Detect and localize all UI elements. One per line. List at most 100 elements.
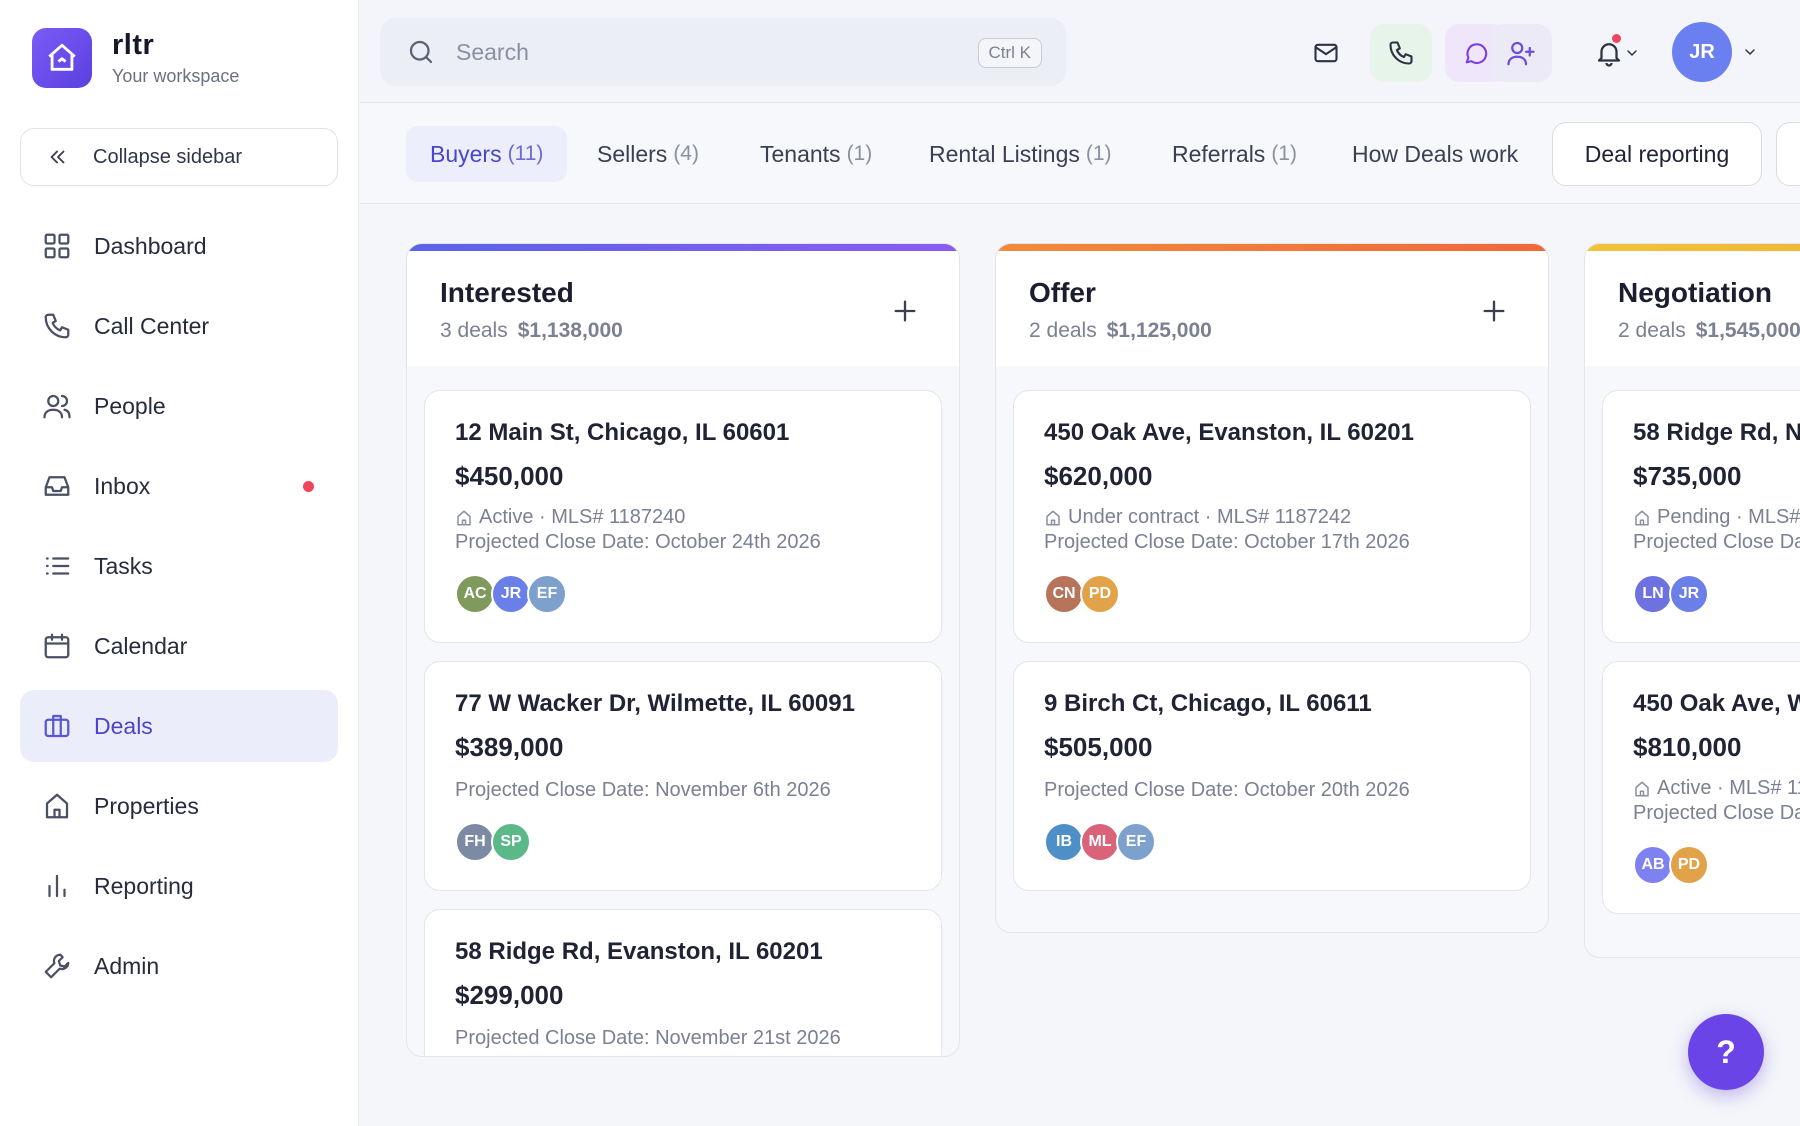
tab-how-deals-work[interactable]: How Deals work	[1352, 126, 1518, 182]
deal-price: $505,000	[1044, 732, 1153, 762]
house-icon	[1635, 781, 1649, 796]
deal-price: $620,000	[1044, 461, 1153, 491]
avatar[interactable]: CN	[1044, 574, 1084, 614]
mail-button[interactable]	[1295, 24, 1357, 82]
deal-card[interactable]: 9 Birch Ct, Chicago, IL 60611 $505,000 P…	[1013, 661, 1531, 891]
calendar-icon	[44, 633, 70, 659]
sidebar-item-call-center[interactable]: Call Center	[20, 290, 338, 362]
avatar[interactable]: JR	[1669, 574, 1709, 614]
agent-avatars: IB ML EF	[1044, 822, 1500, 862]
sidebar-nav: Dashboard Call Center People Inbox Tasks…	[20, 210, 338, 1010]
notifications-button[interactable]	[1582, 24, 1652, 82]
brand[interactable]: rltr Your workspace	[32, 28, 239, 88]
notification-dot	[1612, 34, 1621, 43]
avatar[interactable]: PD	[1669, 845, 1709, 885]
add-deal-icon[interactable]	[891, 297, 919, 325]
tab-tenants[interactable]: Tenants (1)	[760, 126, 872, 182]
avatar[interactable]: EF	[1116, 822, 1156, 862]
avatar[interactable]: PD	[1080, 574, 1120, 614]
avatar[interactable]: ML	[1080, 822, 1120, 862]
house-icon	[45, 793, 69, 819]
add-person-button[interactable]	[1490, 24, 1552, 82]
agent-avatars: LN JR	[1633, 574, 1800, 614]
column-header: Interested 3 deals $1,138,000	[407, 251, 959, 366]
user-plus-icon	[1507, 41, 1535, 66]
tab-referrals[interactable]: Referrals (1)	[1172, 126, 1297, 182]
search-box[interactable]: Ctrl K	[380, 18, 1066, 86]
chevron-down-icon[interactable]	[1742, 44, 1758, 60]
listing-status: Active · MLS# 1187245	[1657, 777, 1800, 799]
sidebar-item-inbox[interactable]: Inbox	[20, 450, 338, 522]
card-list: 450 Oak Ave, Evanston, IL 60201 $620,000…	[996, 366, 1548, 891]
search-icon	[409, 40, 433, 64]
avatar[interactable]: AB	[1633, 845, 1673, 885]
avatar[interactable]: IB	[1044, 822, 1084, 862]
briefcase-icon	[44, 714, 70, 738]
column-interested: Interested 3 deals $1,138,000 12 Main St,…	[406, 243, 960, 1057]
sidebar-item-tasks[interactable]: Tasks	[20, 530, 338, 602]
sidebar-item-calendar[interactable]: Calendar	[20, 610, 338, 682]
workspace-label: Your workspace	[112, 66, 240, 86]
listing-status: Pending · MLS# 1187243	[1657, 506, 1800, 528]
inbox-icon	[44, 476, 70, 496]
projected-close-date: Projected Close Date: November 21st 2026	[455, 1027, 841, 1049]
deal-card[interactable]: 58 Ridge Rd, Evanston, IL 60201 $299,000…	[424, 909, 942, 1056]
sidebar-item-admin[interactable]: Admin	[20, 930, 338, 1002]
deal-reporting-button[interactable]: Deal reporting	[1552, 122, 1762, 186]
tab-sellers[interactable]: Sellers (4)	[597, 126, 699, 182]
projected-close-date: Projected Close Date: November 6th 2026	[455, 779, 831, 801]
deal-price: $450,000	[455, 461, 564, 491]
tab-buyers[interactable]: Buyers (11)	[406, 126, 568, 182]
deal-card[interactable]: 77 W Wacker Dr, Wilmette, IL 60091 $389,…	[424, 661, 942, 891]
sidebar-item-label: Properties	[94, 792, 199, 819]
sidebar-item-dashboard[interactable]: Dashboard	[20, 210, 338, 282]
avatar[interactable]: FH	[455, 822, 495, 862]
agent-avatars: CN PD	[1044, 574, 1500, 614]
projected-close-date: Projected Close Date: October 20th 2026	[1044, 779, 1410, 801]
people-icon	[43, 394, 71, 419]
deal-address: 9 Birch Ct, Chicago, IL 60611	[1044, 690, 1372, 717]
sidebar-item-label: Inbox	[94, 472, 151, 499]
more-actions-button[interactable]	[1776, 122, 1800, 186]
avatar[interactable]: LN	[1633, 574, 1673, 614]
user-avatar[interactable]: JR	[1672, 22, 1732, 82]
deal-card[interactable]: 450 Oak Ave, Evanston, IL 60201 $620,000…	[1013, 390, 1531, 643]
column-title: Negotiation	[1618, 277, 1772, 308]
sidebar: rltr Your workspace Collapse sidebar Das…	[0, 0, 359, 1126]
tab-label: Rental Listings	[929, 140, 1080, 167]
collapse-sidebar-label: Collapse sidebar	[93, 145, 242, 168]
sidebar-item-people[interactable]: People	[20, 370, 338, 442]
brand-name: rltr	[112, 29, 155, 61]
sidebar-item-label: Admin	[94, 952, 160, 979]
tab-count: (1)	[1271, 142, 1297, 165]
search-input[interactable]	[456, 38, 956, 66]
avatar[interactable]: JR	[491, 574, 531, 614]
agent-avatars: AB PD	[1633, 845, 1800, 885]
help-button[interactable]: ?	[1688, 1014, 1764, 1090]
sidebar-item-properties[interactable]: Properties	[20, 770, 338, 842]
add-deal-icon[interactable]	[1480, 297, 1508, 325]
sidebar-item-deals[interactable]: Deals	[20, 690, 338, 762]
collapse-sidebar-button[interactable]: Collapse sidebar	[20, 128, 338, 186]
tab-rental-listings[interactable]: Rental Listings (1)	[929, 126, 1112, 182]
sidebar-item-label: Deals	[94, 712, 153, 739]
deal-card[interactable]: 58 Ridge Rd, Naperville, IL 60540 $735,0…	[1602, 390, 1800, 643]
avatar[interactable]: EF	[527, 574, 567, 614]
column-title: Offer	[1029, 277, 1096, 308]
phone-icon	[1389, 41, 1413, 65]
sidebar-item-reporting[interactable]: Reporting	[20, 850, 338, 922]
column-total: $1,545,000	[1695, 319, 1800, 342]
projected-close-date: Projected Close Date: November 3rd 2026	[1633, 531, 1800, 553]
avatar[interactable]: AC	[455, 574, 495, 614]
avatar[interactable]: SP	[491, 822, 531, 862]
chevrons-left-icon	[47, 146, 69, 168]
call-button[interactable]	[1370, 24, 1432, 82]
house-icon	[1635, 510, 1649, 525]
deal-card[interactable]: 450 Oak Ave, Wilmette, IL 60091 $810,000…	[1602, 661, 1800, 914]
deal-card[interactable]: 12 Main St, Chicago, IL 60601 $450,000 A…	[424, 390, 942, 643]
agent-avatars: FH SP	[455, 822, 911, 862]
deal-price: $389,000	[455, 732, 564, 762]
grid-icon	[44, 233, 70, 259]
tab-count: (1)	[846, 142, 873, 165]
deal-count: 2 deals	[1029, 319, 1097, 342]
